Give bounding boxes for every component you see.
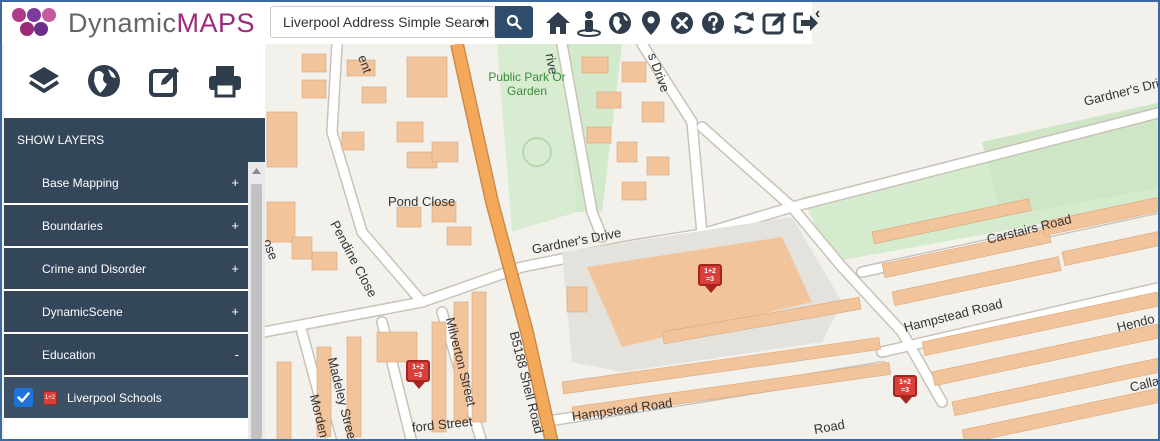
print-icon xyxy=(208,66,241,98)
expand-icon: + xyxy=(231,304,239,319)
checkmark-icon xyxy=(17,392,30,403)
home-button[interactable] xyxy=(542,7,573,39)
show-layers-header[interactable]: SHOW LAYERS xyxy=(4,118,265,162)
layer-group-boundaries[interactable]: Boundaries + xyxy=(4,205,248,246)
top-bar: DynamicMAPS Liverpool Address Simple Sea… xyxy=(2,2,820,44)
layer-group-education[interactable]: Education - xyxy=(4,334,248,375)
edit-icon xyxy=(148,67,179,97)
school-marker-label: 1+2 =3 xyxy=(406,360,430,382)
school-marker-label: 1+2 =3 xyxy=(893,375,917,397)
help-icon xyxy=(701,12,724,34)
school-marker[interactable]: 1+2 =3 xyxy=(893,375,919,405)
scrollbar-thumb[interactable] xyxy=(251,184,262,439)
logo-icon xyxy=(10,6,60,40)
refresh-icon xyxy=(733,12,754,34)
layers-icon xyxy=(29,67,60,93)
school-icon: 1+2 xyxy=(43,390,57,405)
sidebar: SHOW LAYERS Base Mapping + Boundaries + … xyxy=(4,44,265,439)
map-marker-icon xyxy=(641,11,660,35)
logo-suffix: MAPS xyxy=(176,7,256,38)
search-type-select[interactable]: Liverpool Address Simple Search xyxy=(270,6,495,38)
school-marker-label: 1+2 =3 xyxy=(698,264,722,286)
edit-button[interactable] xyxy=(759,7,790,39)
person-info-icon xyxy=(576,11,601,37)
layer-group-label: Base Mapping xyxy=(42,175,119,190)
sidebar-scrollbar[interactable] xyxy=(248,162,265,439)
scroll-up-arrow-icon[interactable] xyxy=(248,162,265,179)
search-type-value: Liverpool Address Simple Search xyxy=(283,14,490,30)
clear-button[interactable] xyxy=(666,7,697,39)
logo-prefix: Dynamic xyxy=(68,7,177,38)
layer-checkbox[interactable] xyxy=(14,388,33,407)
expand-icon: + xyxy=(231,261,239,276)
expand-icon: + xyxy=(231,218,239,233)
help-button[interactable] xyxy=(697,7,728,39)
collapse-icon: - xyxy=(234,347,239,362)
search-icon xyxy=(506,14,522,30)
road-label-pond-close: Pond Close xyxy=(388,194,456,209)
layer-group-label: Boundaries xyxy=(42,218,103,233)
globe-icon xyxy=(88,65,121,97)
expand-icon: + xyxy=(231,175,239,190)
caret-down-icon xyxy=(477,20,485,25)
layer-group-dynamicscene[interactable]: DynamicScene + xyxy=(4,291,248,332)
search-button[interactable] xyxy=(495,6,533,38)
park-label: Public Park Or Garden xyxy=(488,70,566,98)
layer-group-crime-and-disorder[interactable]: Crime and Disorder + xyxy=(4,248,248,289)
school-marker[interactable]: 1+2 =3 xyxy=(698,264,724,294)
collapse-toolbar-button[interactable]: ‹ xyxy=(815,5,820,23)
layer-group-label: Education xyxy=(42,347,96,362)
globe-button[interactable] xyxy=(604,7,635,39)
refresh-button[interactable] xyxy=(728,7,759,39)
layer-list: Base Mapping + Boundaries + Crime and Di… xyxy=(4,162,265,439)
logo-text: DynamicMAPS xyxy=(68,8,255,39)
sidebar-toolbar xyxy=(4,44,265,118)
home-icon xyxy=(545,12,570,34)
layer-group-base-mapping[interactable]: Base Mapping + xyxy=(4,162,248,203)
layer-group-label: Crime and Disorder xyxy=(42,261,147,276)
app-logo: DynamicMAPS xyxy=(10,6,255,40)
toolbar xyxy=(542,6,821,40)
marker-button[interactable] xyxy=(635,7,666,39)
close-circle-icon xyxy=(670,12,693,34)
edit-icon xyxy=(762,12,786,35)
globe-icon xyxy=(608,12,631,34)
print-button[interactable] xyxy=(205,61,245,101)
draw-button[interactable] xyxy=(145,61,185,101)
layer-item-label: Liverpool Schools xyxy=(67,390,162,405)
school-marker[interactable]: 1+2 =3 xyxy=(406,360,432,390)
app-frame: Public Park Or Garden Gardner's Drive Ga… xyxy=(0,0,1160,441)
layers-button[interactable] xyxy=(24,61,64,101)
identify-button[interactable] xyxy=(573,7,604,39)
layer-group-label: DynamicScene xyxy=(42,304,123,319)
basemap-button[interactable] xyxy=(84,61,124,101)
layer-item-liverpool-schools[interactable]: 1+2 Liverpool Schools xyxy=(4,377,248,418)
